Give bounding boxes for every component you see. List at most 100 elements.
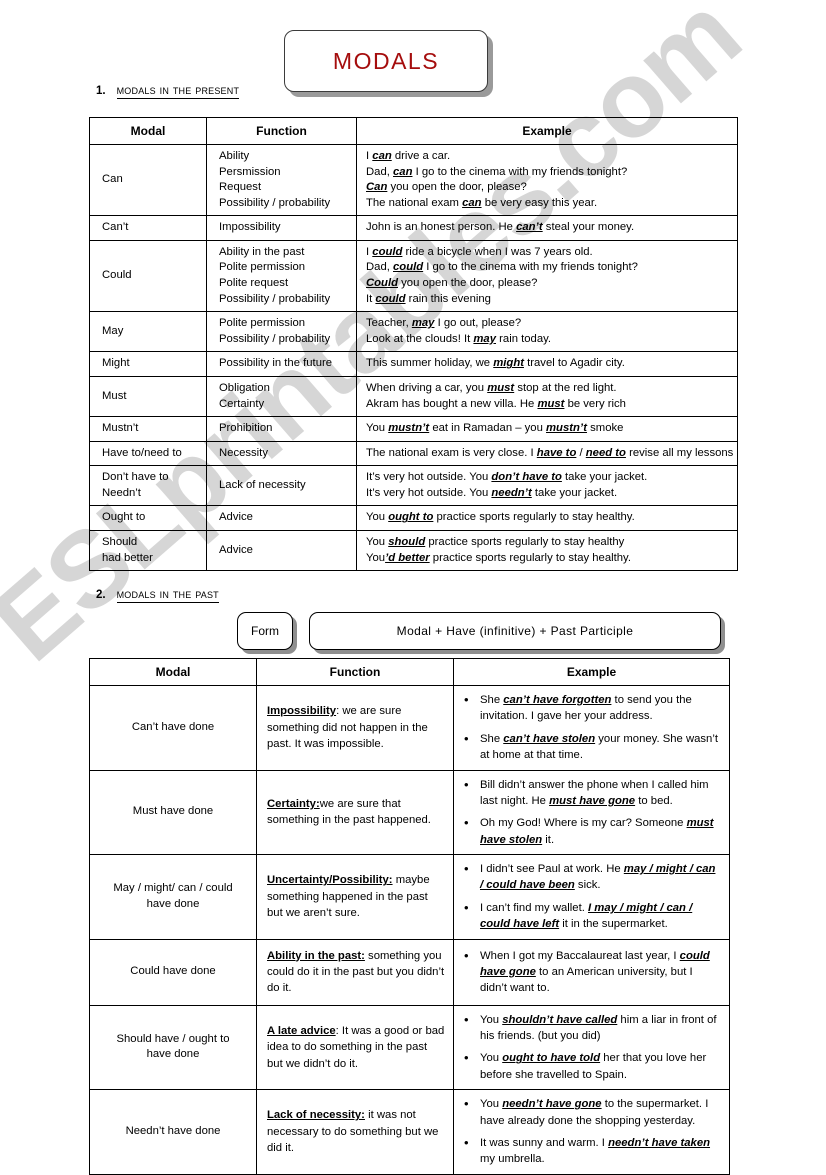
modal-line: Should have / ought to (116, 1032, 230, 1045)
cell-modal: Could have done (89, 938, 257, 1006)
function-line: Request (219, 181, 262, 194)
column-header-modal: Modal (89, 658, 257, 686)
cell-modal: Must (89, 375, 207, 418)
modal-form: shouldn’t have called (502, 1013, 618, 1026)
function-line: Possibility in the future (219, 357, 333, 370)
table-row: Must Obligation Certainty When driving a ca… (89, 375, 738, 418)
example-item: Bill didn’t answer the phone when I call… (464, 776, 721, 810)
worksheet-page: MODALS 1. Modals in the present Modal Fu… (0, 0, 826, 1175)
table-body-present: Can Ability Persmission Request Possibility … (89, 143, 738, 572)
example-item: She can’t have forgotten to send you the… (464, 691, 721, 725)
function-line: Polite request (219, 277, 289, 290)
table-row: Ought to Advice You ought to practice spor… (89, 505, 738, 531)
example-line: Dad, can I go to the cinema with my frie… (366, 165, 628, 178)
modal-line: have done (146, 1048, 200, 1061)
example-list: When I got my Baccalaureat last year, I … (458, 946, 721, 997)
cell-example: You should practice sports regularly to … (356, 529, 738, 572)
modal-line: May / might/ can / could (113, 882, 233, 895)
cell-function: Ability in the past: something you could… (256, 938, 454, 1006)
table-modals-past: Modal Function Example Can’t have done Im… (89, 658, 730, 1175)
function-line: Possibility / probability (219, 332, 331, 345)
modal-form: should (388, 535, 426, 548)
cell-function: Obligation Certainty (206, 375, 357, 418)
cell-example: John is an honest person. He can’t steal… (356, 215, 738, 241)
function-line: Polite permission (219, 317, 306, 330)
cell-example: This summer holiday, we might travel to … (356, 351, 738, 377)
table-header-row: Modal Function Example (89, 658, 730, 686)
table-modals-present: Modal Function Example Can Ability Persmis… (89, 117, 738, 572)
cell-example: Bill didn’t answer the phone when I call… (453, 769, 730, 855)
function-lead: Uncertainty/Possibility: (267, 874, 393, 887)
cell-modal: Should had better (89, 529, 207, 572)
example-item: It was sunny and warm. I needn’t have ta… (464, 1134, 721, 1168)
table-row: Should had better Advice You should practic… (89, 529, 738, 572)
cell-function: Advice (206, 505, 357, 531)
modal-form: might (493, 357, 524, 370)
modal-form: must have gone (549, 794, 636, 807)
cell-function: Necessity (206, 440, 357, 467)
example-line: The national exam is very close. I have … (366, 446, 734, 459)
example-item: Oh my God! Where is my car? Someone must… (464, 814, 721, 848)
function-line: Possibility / probability (219, 292, 331, 305)
cell-example: You mustn’t eat in Ramadan – you mustn’t… (356, 416, 738, 442)
table-row: Don’t have to Needn’t Lack of necessity It’… (89, 465, 738, 507)
example-line: This summer holiday, we might travel to … (366, 357, 625, 370)
modal-form: can (462, 196, 482, 209)
cell-function: Certainty:we are sure that something in … (256, 769, 454, 855)
example-line: I can drive a car. (366, 150, 451, 162)
example-line: You ought to practice sports regularly t… (366, 511, 635, 524)
table-body-past: Can’t have done Impossibility: we are sur… (89, 685, 730, 1175)
cell-function: Ability in the past Polite permission Poli… (206, 239, 357, 313)
cell-modal: Don’t have to Needn’t (89, 465, 207, 507)
modal-form: ought to (388, 511, 434, 524)
modal-form: needn’t have taken (608, 1136, 711, 1149)
cell-example: When I got my Baccalaureat last year, I … (453, 938, 730, 1006)
modal-form: can’t have stolen (503, 732, 596, 745)
cell-modal: Mustn’t (89, 416, 207, 442)
cell-modal: Could (89, 239, 207, 313)
modal-form: have to (536, 446, 577, 459)
column-header-modal: Modal (89, 117, 207, 145)
function-line: Advice (219, 543, 253, 556)
cell-modal: May / might/ can / could have done (89, 854, 257, 940)
cell-example: Teacher, may I go out, please? Look at th… (356, 311, 738, 353)
form-label-text: Form (251, 624, 279, 638)
cell-modal: Can’t (89, 215, 207, 241)
modal-form: could (393, 261, 424, 274)
example-line: Dad, could I go to the cinema with my fr… (366, 261, 638, 274)
example-line: Teacher, may I go out, please? (366, 317, 522, 330)
function-line: Certainty (219, 397, 265, 410)
modal-line: Don’t have to (102, 471, 169, 484)
function-lead: A late advice (267, 1024, 336, 1037)
cell-modal: Should have / ought to have done (89, 1004, 257, 1091)
example-line: You’d better practice sports regularly t… (366, 551, 631, 564)
table-row: Needn’t have done Lack of necessity: it w… (89, 1089, 730, 1175)
function-lead: Ability in the past: (267, 949, 365, 962)
table-row: Can’t have done Impossibility: we are sur… (89, 685, 730, 771)
modal-form: ’d better (385, 551, 430, 564)
example-item: I didn’t see Paul at work. He may / migh… (464, 860, 721, 894)
cell-function: Advice (206, 529, 357, 572)
function-line: Polite permission (219, 261, 306, 274)
cell-example: I didn’t see Paul at work. He may / migh… (453, 854, 730, 940)
section-number: 2. (96, 589, 106, 601)
modal-form: may (473, 332, 497, 345)
modal-form: mustn’t (546, 422, 588, 435)
modal-form: can’t (516, 221, 543, 234)
table-row: Mustn’t Prohibition You mustn’t eat in Ram… (89, 416, 738, 442)
section-heading-present: 1. Modals in the present (96, 82, 240, 99)
cell-example: When driving a car, you must stop at the… (356, 375, 738, 418)
cell-modal: Have to/need to (89, 440, 207, 467)
example-list: I didn’t see Paul at work. He may / migh… (458, 860, 721, 933)
table-row: May / might/ can / could have done Uncerta… (89, 854, 730, 940)
function-lead: Certainty: (267, 797, 320, 810)
function-lead: Impossibility (267, 705, 337, 718)
cell-example: You ought to practice sports regularly t… (356, 505, 738, 531)
example-item: When I got my Baccalaureat last year, I … (464, 946, 721, 997)
example-line: Could you open the door, please? (366, 277, 538, 290)
modal-form: must (487, 381, 515, 394)
form-rule-group: Form Modal + Have (infinitive) + Past Pa… (237, 612, 727, 654)
column-header-example: Example (453, 658, 730, 686)
cell-function: Uncertainty/Possibility: maybe something… (256, 854, 454, 940)
cell-function: Prohibition (206, 416, 357, 442)
